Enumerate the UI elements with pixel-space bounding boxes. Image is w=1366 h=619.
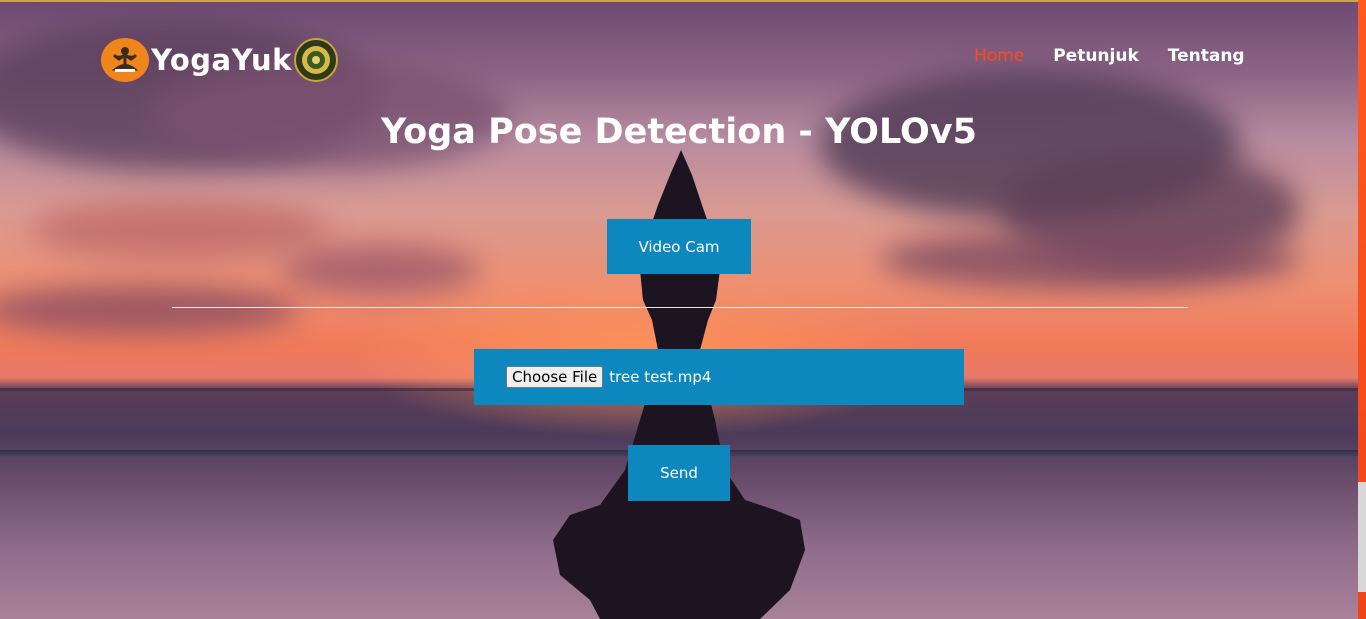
nav-item-home[interactable]: Home [974, 46, 1024, 66]
page-title: Yoga Pose Detection - YOLOv5 [0, 112, 1366, 152]
page: YogaYuk Home Petunjuk Tentang Yoga Pose … [0, 0, 1366, 619]
yoga-meditation-icon [101, 38, 149, 82]
divider [172, 307, 1188, 308]
main-nav: Home Petunjuk Tentang [974, 46, 1245, 66]
video-cam-button[interactable]: Video Cam [607, 219, 751, 274]
nav-item-tentang[interactable]: Tentang [1168, 46, 1245, 66]
page-title-text: Yoga Pose Detection - YOLOv5 [381, 112, 977, 152]
file-upload-box: Choose File tree test.mp4 [474, 349, 964, 405]
selected-file-name: tree test.mp4 [609, 368, 712, 386]
logo[interactable]: YogaYuk [101, 38, 338, 82]
nav-item-petunjuk[interactable]: Petunjuk [1053, 46, 1139, 66]
yoga-silhouette [553, 150, 805, 619]
choose-file-button[interactable]: Choose File [506, 366, 604, 388]
brand-name: YogaYuk [151, 43, 292, 77]
send-button[interactable]: Send [628, 445, 730, 501]
university-seal-icon [293, 38, 338, 82]
top-border [0, 0, 1366, 2]
scrollbar-thumb[interactable] [1358, 482, 1366, 592]
